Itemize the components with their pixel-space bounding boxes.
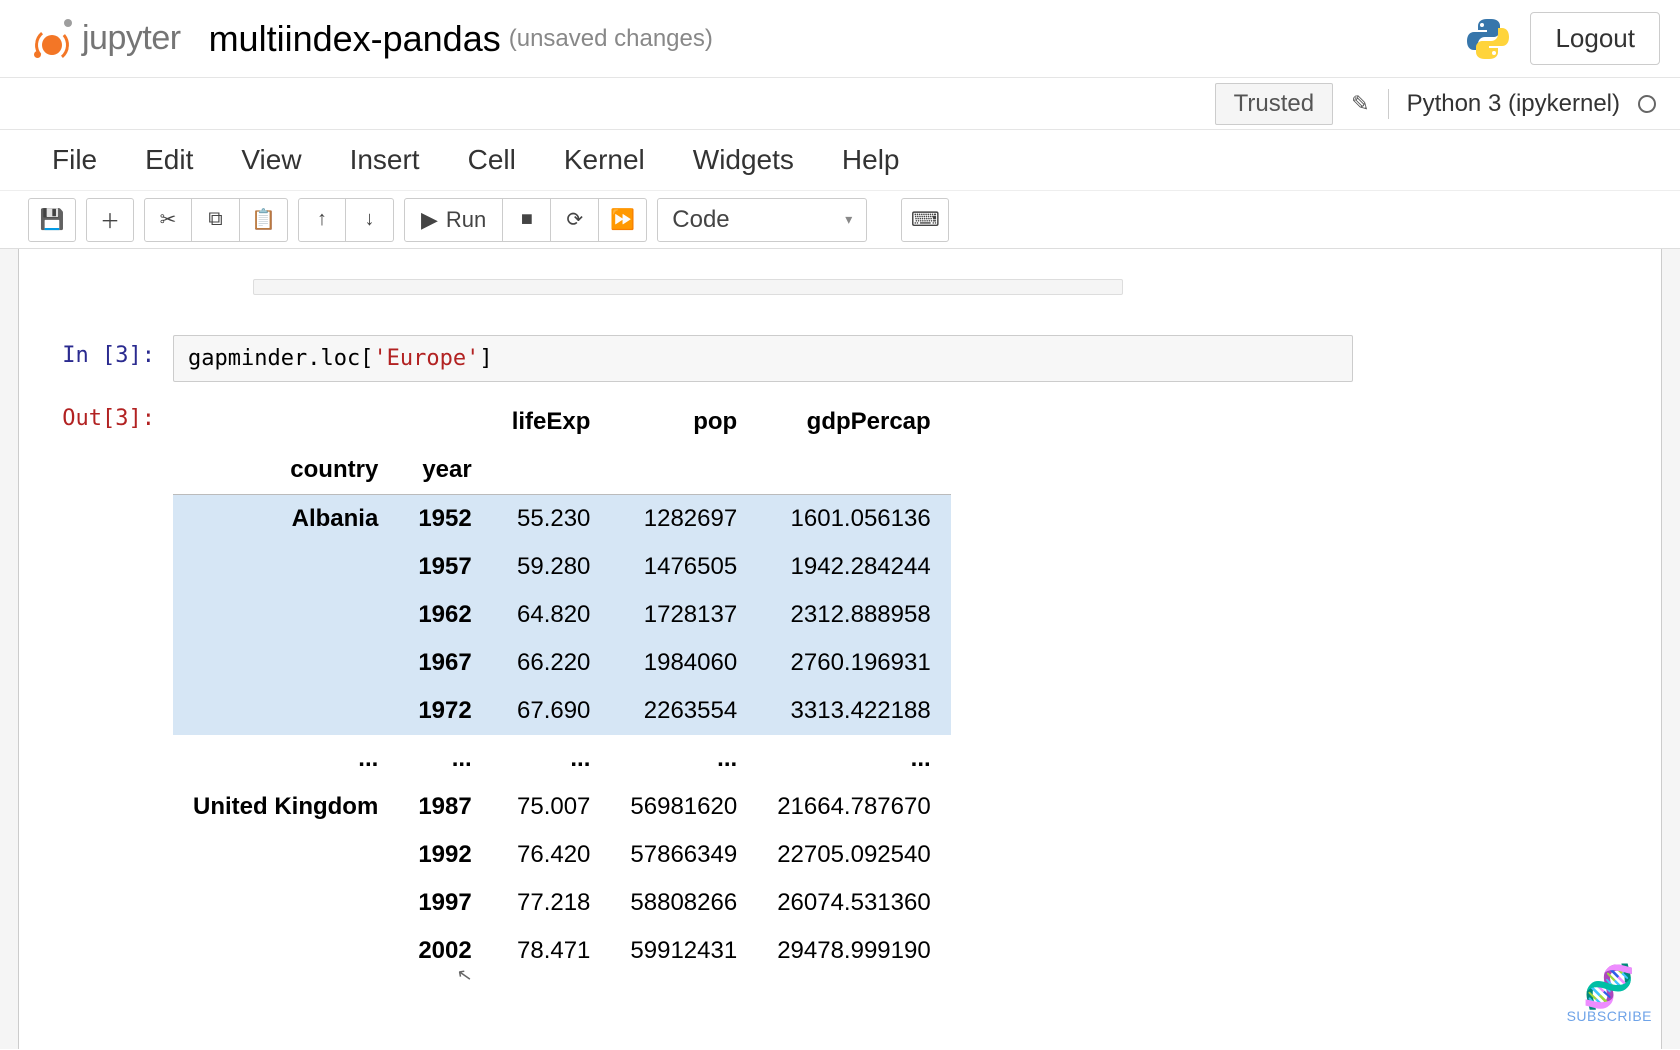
notebook-title[interactable]: multiindex-pandas (209, 18, 501, 60)
index-header-row: country year (173, 446, 951, 495)
col-gdp: gdpPercap (757, 398, 951, 446)
menu-widgets[interactable]: Widgets (693, 144, 794, 176)
table-row: 1997 77.218 58808266 26074.531360 (173, 879, 951, 927)
restart-button[interactable]: ⟳ (551, 198, 599, 242)
celltype-select[interactable]: Code ▾ (657, 198, 867, 242)
table-row: 1962 64.820 1728137 2312.888958 (173, 591, 951, 639)
dataframe-table: lifeExp pop gdpPercap country year Alban… (173, 398, 951, 975)
menu-cell[interactable]: Cell (468, 144, 516, 176)
divider (1388, 89, 1389, 119)
cut-button[interactable]: ✂ (144, 198, 192, 242)
notebook-save-status: (unsaved changes) (509, 25, 713, 53)
output-area: Out[3]: lifeExp pop gdpPercap country ye… (43, 398, 1637, 975)
subscribe-badge[interactable]: 🧬 SUBSCRIBE (1567, 966, 1652, 1024)
paste-button[interactable]: 📋 (240, 198, 288, 242)
copy-icon: ⧉ (208, 208, 222, 231)
ellipsis-row: ... ... ... ... ... (173, 735, 951, 783)
kernel-name[interactable]: Python 3 (ipykernel) (1407, 90, 1620, 118)
python-logo-icon (1464, 15, 1512, 63)
scissors-icon: ✂ (160, 207, 177, 232)
run-all-button[interactable]: ⏩ (599, 198, 647, 242)
menubar: File Edit View Insert Cell Kernel Widget… (0, 130, 1680, 191)
previous-cell-fragment (253, 279, 1123, 295)
save-button[interactable]: 💾 (28, 198, 76, 242)
idx-year: year (398, 446, 491, 495)
jupyter-logo-icon (28, 15, 76, 63)
stop-icon: ■ (521, 208, 533, 231)
move-up-button[interactable]: ↑ (298, 198, 346, 242)
logout-button[interactable]: Logout (1530, 12, 1660, 65)
subscribe-label: SUBSCRIBE (1567, 1008, 1652, 1024)
move-down-button[interactable]: ↓ (346, 198, 394, 242)
paste-icon: 📋 (251, 207, 276, 232)
restart-icon: ⟳ (566, 207, 583, 232)
input-prompt: In [3]: (43, 335, 173, 368)
col-lifeexp: lifeExp (492, 398, 611, 446)
jupyter-logo[interactable]: jupyter (28, 15, 181, 63)
copy-button[interactable]: ⧉ (192, 198, 240, 242)
stop-button[interactable]: ■ (503, 198, 551, 242)
table-row: United Kingdom 1987 75.007 56981620 2166… (173, 783, 951, 831)
table-row: 1967 66.220 1984060 2760.196931 (173, 639, 951, 687)
menu-view[interactable]: View (241, 144, 301, 176)
insert-cell-button[interactable]: ＋ (86, 198, 134, 242)
jupyter-logo-text: jupyter (82, 19, 181, 58)
col-pop: pop (610, 398, 757, 446)
chevron-down-icon: ▾ (845, 211, 852, 228)
command-palette-button[interactable]: ⌨ (901, 198, 949, 242)
play-icon: ▶ (421, 207, 438, 233)
save-icon: 💾 (40, 207, 65, 232)
fast-forward-icon: ⏩ (610, 207, 635, 232)
plus-icon: ＋ (100, 205, 120, 234)
column-header-row: lifeExp pop gdpPercap (173, 398, 951, 446)
dataframe-output: lifeExp pop gdpPercap country year Alban… (173, 398, 951, 975)
celltype-value: Code (672, 206, 729, 234)
idx-country: country (173, 446, 398, 495)
kernel-status-icon[interactable] (1638, 95, 1656, 113)
menu-file[interactable]: File (52, 144, 97, 176)
table-row: 1972 67.690 2263554 3313.422188 (173, 687, 951, 735)
notebook-container: In [3]: gapminder.loc['Europe'] Out[3]: … (0, 249, 1680, 1049)
trusted-indicator[interactable]: Trusted (1215, 83, 1333, 125)
table-row: 2002 78.471 59912431 29478.999190 (173, 927, 951, 975)
table-row: Albania 1952 55.230 1282697 1601.056136 (173, 495, 951, 544)
code-cell[interactable]: In [3]: gapminder.loc['Europe'] (43, 335, 1637, 382)
status-bar: Trusted ✎ Python 3 (ipykernel) (0, 78, 1680, 130)
menu-kernel[interactable]: Kernel (564, 144, 645, 176)
menu-edit[interactable]: Edit (145, 144, 193, 176)
run-button[interactable]: ▶Run (404, 198, 503, 242)
toolbar: 💾 ＋ ✂ ⧉ 📋 ↑ ↓ ▶Run ■ ⟳ ⏩ Code ▾ ⌨ (0, 191, 1680, 249)
menu-help[interactable]: Help (842, 144, 900, 176)
edit-icon[interactable]: ✎ (1351, 91, 1369, 117)
arrow-down-icon: ↓ (365, 208, 375, 231)
output-prompt: Out[3]: (43, 398, 173, 431)
table-row: 1992 76.420 57866349 22705.092540 (173, 831, 951, 879)
keyboard-icon: ⌨ (911, 207, 940, 232)
arrow-up-icon: ↑ (317, 208, 327, 231)
dna-icon: 🧬 (1567, 966, 1652, 1008)
code-input[interactable]: gapminder.loc['Europe'] (173, 335, 1353, 382)
menu-insert[interactable]: Insert (350, 144, 420, 176)
header: jupyter multiindex-pandas (unsaved chang… (0, 0, 1680, 78)
table-row: 1957 59.280 1476505 1942.284244 (173, 543, 951, 591)
